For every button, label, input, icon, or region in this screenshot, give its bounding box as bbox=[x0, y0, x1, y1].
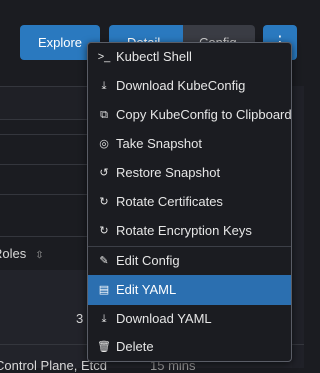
menu-item-kubectl-shell[interactable]: >_ Kubectl Shell bbox=[88, 43, 291, 71]
download-icon: ⤓ bbox=[101, 80, 107, 92]
menu-item-restore-snapshot[interactable]: ↺ Restore Snapshot bbox=[88, 159, 291, 187]
menu-item-label: Rotate Certificates bbox=[116, 194, 223, 209]
pencil-icon: ✎ bbox=[99, 255, 109, 267]
menu-item-label: Download KubeConfig bbox=[116, 78, 246, 93]
menu-item-label: Delete bbox=[116, 339, 154, 354]
menu-item-take-snapshot[interactable]: ◎ Take Snapshot bbox=[88, 130, 291, 158]
menu-item-copy-kubeconfig[interactable]: ⧉ Copy KubeConfig to Clipboard bbox=[88, 101, 291, 129]
menu-item-rotate-certificates[interactable]: ↻ Rotate Certificates bbox=[88, 188, 291, 216]
copy-icon: ⧉ bbox=[100, 109, 108, 121]
menu-item-edit-yaml[interactable]: ▤ Edit YAML bbox=[88, 275, 291, 305]
sort-icon[interactable]: ⇳ bbox=[35, 250, 43, 261]
terminal-icon: >_ bbox=[97, 51, 111, 63]
actions-menu: >_ Kubectl Shell ⤓ Download KubeConfig ⧉… bbox=[87, 42, 292, 362]
trash-icon: 🗑 bbox=[97, 341, 111, 353]
refresh-icon: ↻ bbox=[99, 225, 109, 237]
menu-item-label: Take Snapshot bbox=[116, 136, 203, 151]
scroll-area bbox=[292, 86, 304, 368]
roles-column-header[interactable]: Roles ⇳ bbox=[0, 246, 44, 261]
camera-icon: ◎ bbox=[99, 138, 109, 150]
menu-item-label: Download YAML bbox=[116, 311, 212, 326]
side-panel-row bbox=[0, 87, 92, 119]
menu-item-label: Edit YAML bbox=[116, 282, 177, 297]
menu-item-label: Copy KubeConfig to Clipboard bbox=[116, 107, 292, 122]
table-cell-count: 3 bbox=[76, 311, 84, 326]
menu-item-rotate-encryption-keys[interactable]: ↻ Rotate Encryption Keys bbox=[88, 217, 291, 245]
menu-item-delete[interactable]: 🗑 Delete bbox=[88, 333, 291, 361]
roles-header-label: Roles bbox=[0, 246, 27, 261]
menu-item-label: Rotate Encryption Keys bbox=[116, 223, 252, 238]
menu-item-edit-config[interactable]: ✎ Edit Config bbox=[88, 247, 291, 275]
refresh-icon: ↻ bbox=[99, 196, 109, 208]
menu-item-label: Restore Snapshot bbox=[116, 165, 221, 180]
menu-item-label: Kubectl Shell bbox=[116, 49, 192, 64]
menu-item-download-yaml[interactable]: ⤓ Download YAML bbox=[88, 305, 291, 333]
file-icon: ▤ bbox=[98, 284, 110, 296]
history-icon: ↺ bbox=[99, 167, 109, 179]
menu-item-label: Edit Config bbox=[116, 253, 180, 268]
download-icon: ⤓ bbox=[101, 313, 107, 325]
menu-item-download-kubeconfig[interactable]: ⤓ Download KubeConfig bbox=[88, 72, 291, 100]
